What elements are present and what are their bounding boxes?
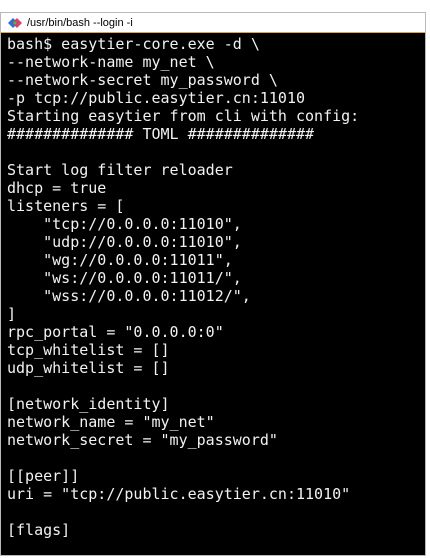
terminal-line: bash$ easytier-core.exe -d \ xyxy=(7,35,260,53)
terminal-line: Start log filter reloader xyxy=(7,161,233,179)
terminal-window: /usr/bin/bash --login -i bash$ easytier-… xyxy=(0,12,426,556)
terminal-line: "wss://0.0.0.0:11012/", xyxy=(7,287,251,305)
terminal-line: dhcp = true xyxy=(7,179,107,197)
terminal-line: ############## TOML ############## xyxy=(7,125,315,143)
terminal-line: "wg://0.0.0.0:11011", xyxy=(7,251,233,269)
terminal-line: Starting easytier from cli with config: xyxy=(7,107,360,125)
terminal-line: network_secret = "my_password" xyxy=(7,431,278,449)
terminal-line: tcp_whitelist = [] xyxy=(7,341,170,359)
terminal-line: uri = "tcp://public.easytier.cn:11010" xyxy=(7,485,351,503)
terminal-line: -p tcp://public.easytier.cn:11010 xyxy=(7,89,306,107)
terminal-output[interactable]: bash$ easytier-core.exe -d \ --network-na… xyxy=(1,33,425,555)
bash-app-icon[interactable] xyxy=(7,16,23,30)
terminal-line: ] xyxy=(7,305,17,323)
terminal-line: listeners = [ xyxy=(7,197,125,215)
terminal-line: [[peer]] xyxy=(7,467,80,485)
terminal-line: rpc_portal = "0.0.0.0:0" xyxy=(7,323,224,341)
terminal-line: --network-name my_net \ xyxy=(7,53,215,71)
terminal-line: "udp://0.0.0.0:11010", xyxy=(7,233,242,251)
terminal-line: network_name = "my_net" xyxy=(7,413,215,431)
title-bar[interactable]: /usr/bin/bash --login -i xyxy=(1,13,425,33)
window-title: /usr/bin/bash --login -i xyxy=(27,16,133,29)
terminal-line: udp_whitelist = [] xyxy=(7,359,170,377)
terminal-line: "ws://0.0.0.0:11011/", xyxy=(7,269,242,287)
terminal-line: [network_identity] xyxy=(7,395,170,413)
terminal-line: "tcp://0.0.0.0:11010", xyxy=(7,215,242,233)
terminal-line: --network-secret my_password \ xyxy=(7,71,278,89)
terminal-line: [flags] xyxy=(7,521,71,539)
